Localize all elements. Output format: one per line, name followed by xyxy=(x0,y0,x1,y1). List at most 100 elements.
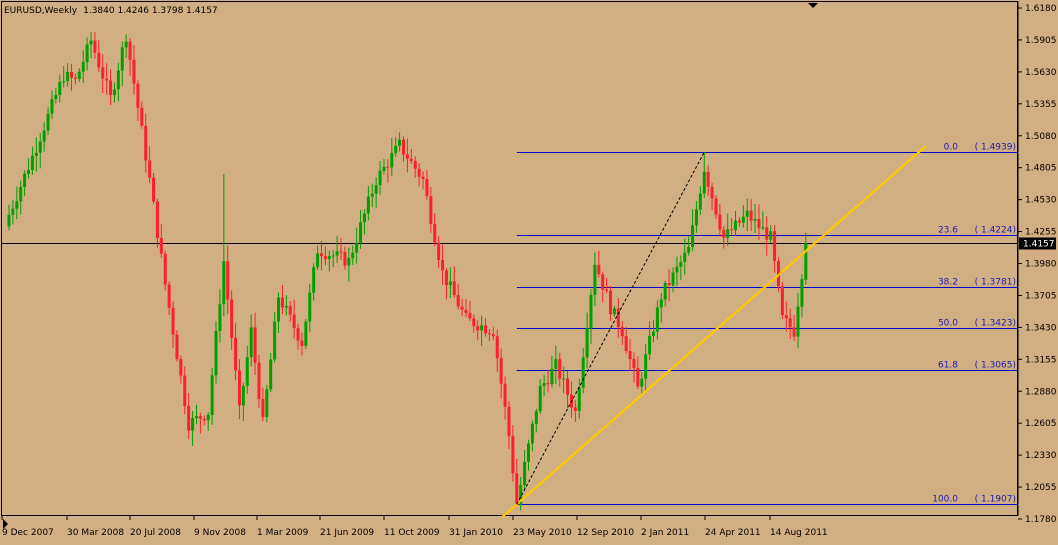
fib-price-label: ( 1.3423) xyxy=(975,319,1016,329)
candle-body xyxy=(487,333,491,335)
candle-body xyxy=(331,255,335,257)
candle-body xyxy=(112,89,116,96)
candle-body xyxy=(585,328,589,358)
x-tick-label: 24 Apr 2011 xyxy=(705,528,761,538)
fib-price-label: ( 1.3065) xyxy=(975,361,1016,371)
candle-body xyxy=(394,145,398,154)
candle-body xyxy=(706,171,710,187)
candle-body xyxy=(671,272,675,286)
candle-body xyxy=(54,95,58,100)
candle-body xyxy=(515,473,519,505)
candle-body xyxy=(101,67,105,79)
time-axis: 9 Dec 2007 30 Mar 2008 20 Jul 2008 9 Nov 20… xyxy=(1,516,828,538)
current-price-marker: 1.4157 xyxy=(1019,237,1056,250)
candle-body xyxy=(210,375,214,415)
candle-body xyxy=(304,321,308,346)
candle-body xyxy=(366,196,370,214)
candle-body xyxy=(503,383,507,407)
candle-body xyxy=(472,318,476,327)
y-tick-label: 1.2880 xyxy=(1025,387,1057,397)
candle-body xyxy=(734,220,738,231)
candle-body xyxy=(444,270,448,286)
candle-body xyxy=(601,274,605,290)
candle-body xyxy=(714,198,718,215)
candle-body xyxy=(187,405,191,431)
chart-shift-marker[interactable] xyxy=(808,3,818,8)
candle-body xyxy=(23,173,27,187)
candle-body xyxy=(402,139,406,155)
y-tick-label: 1.6180 xyxy=(1025,4,1057,14)
candle-body xyxy=(265,389,269,417)
fib-level-label: 61.8 xyxy=(938,361,958,371)
candle-body xyxy=(655,307,659,332)
fib-price-label: ( 1.3781) xyxy=(975,278,1016,288)
candle-body xyxy=(152,177,156,202)
candle-body xyxy=(183,375,187,406)
candle-body xyxy=(58,81,62,96)
candle-body xyxy=(542,383,546,386)
candle-body xyxy=(417,168,421,177)
candlestick-chart[interactable]: EURUSD,Weekly 1.3840 1.4246 1.3798 1.4157… xyxy=(0,0,1058,541)
candle-body xyxy=(85,44,89,63)
current-price-label: 1.4157 xyxy=(1023,240,1055,250)
candle-body xyxy=(718,214,722,230)
candle-body xyxy=(136,83,140,108)
candle-body xyxy=(359,222,363,243)
candle-body xyxy=(780,286,784,316)
candle-body xyxy=(597,264,601,275)
candle-body xyxy=(300,340,304,346)
candle-body xyxy=(245,357,249,386)
candle-body xyxy=(468,312,472,319)
candle-body xyxy=(694,209,698,226)
candle-body xyxy=(679,261,683,267)
candle-body xyxy=(792,327,796,337)
y-tick-label: 1.5630 xyxy=(1025,68,1057,78)
candle-body xyxy=(554,359,558,369)
candle-body xyxy=(441,259,445,271)
candle-body xyxy=(163,253,167,285)
candle-body xyxy=(581,357,585,388)
candle-body xyxy=(202,418,206,421)
candle-body xyxy=(237,370,241,406)
y-tick-label: 1.3430 xyxy=(1025,323,1057,333)
candle-body xyxy=(491,334,495,337)
candle-body xyxy=(784,315,788,319)
candle-body xyxy=(651,331,655,336)
candle-body xyxy=(308,292,312,322)
candle-body xyxy=(538,385,542,412)
candle-body xyxy=(726,229,730,238)
candle-body xyxy=(81,62,85,72)
candle-body xyxy=(93,40,97,53)
candle-body xyxy=(480,325,484,331)
candle-body xyxy=(421,176,425,179)
candle-body xyxy=(593,264,597,295)
candle-body xyxy=(589,294,593,329)
x-tick-label: 21 Jun 2009 xyxy=(320,528,374,538)
candle-body xyxy=(456,295,460,307)
y-tick-label: 1.3155 xyxy=(1025,355,1057,365)
fib-level-label: 100.0 xyxy=(932,495,958,505)
candle-body xyxy=(612,308,616,315)
candle-body xyxy=(405,154,409,159)
candle-body xyxy=(511,435,515,474)
x-tick-label: 9 Dec 2007 xyxy=(2,528,54,538)
candle-body xyxy=(691,225,695,247)
candle-body xyxy=(534,411,538,424)
y-tick-label: 1.2330 xyxy=(1025,451,1057,461)
candle-body xyxy=(476,326,480,331)
candle-body xyxy=(796,306,800,337)
candle-body xyxy=(761,227,765,229)
candle-body xyxy=(155,201,159,238)
candle-body xyxy=(745,210,749,217)
fib-price-label: ( 1.4224) xyxy=(975,226,1016,236)
candle-body xyxy=(698,193,702,210)
candle-body xyxy=(27,170,31,174)
candle-body xyxy=(140,107,144,126)
x-tick-label: 12 Sep 2010 xyxy=(577,528,634,538)
candle-body xyxy=(562,378,566,380)
y-tick-label: 1.1780 xyxy=(1025,515,1057,525)
candle-body xyxy=(7,214,11,227)
x-tick-label: 2 Jan 2011 xyxy=(641,528,689,538)
candle-body xyxy=(546,383,550,385)
y-tick-label: 1.2605 xyxy=(1025,419,1057,429)
